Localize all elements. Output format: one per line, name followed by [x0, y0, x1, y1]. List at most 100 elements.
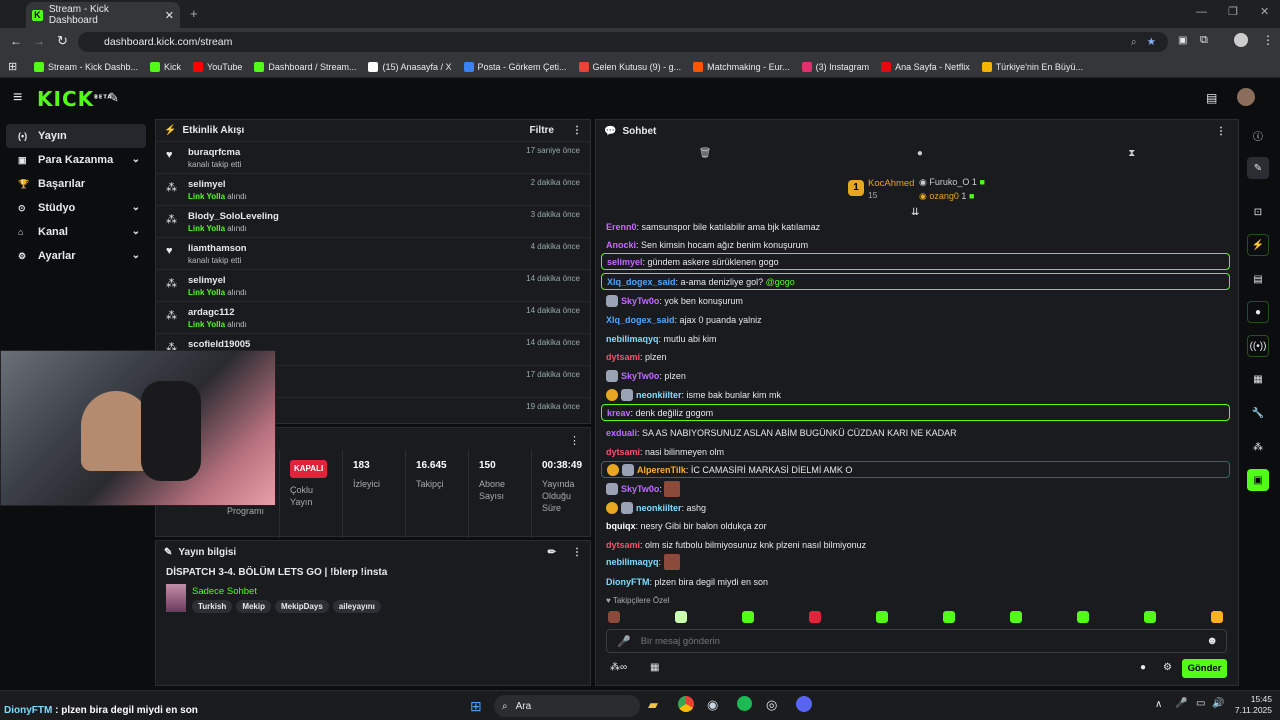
store-icon[interactable]: ▦	[650, 662, 659, 673]
pencil-icon[interactable]: ✎	[1247, 157, 1269, 179]
bookmark-item[interactable]: Kick	[150, 61, 181, 72]
chat-settings-gear-icon[interactable]: ⚙	[1163, 662, 1172, 673]
mic-tray-icon[interactable]: 🎤	[1175, 698, 1187, 709]
bookmark-item[interactable]: Türkiye'nin En Büyü...	[981, 61, 1083, 72]
tag-chip[interactable]: MekipDays	[274, 600, 329, 613]
sidebar-item-0[interactable]: (•) Yayın	[6, 124, 146, 148]
tag-chip[interactable]: aileyayını	[332, 600, 381, 613]
stream-info-menu-icon[interactable]: ⋮	[572, 547, 582, 558]
bookmark-item[interactable]: Stream - Kick Dashb...	[34, 61, 138, 72]
bookmark-star-icon[interactable]: ★	[1147, 36, 1156, 48]
hourglass-icon[interactable]: ⧗	[1128, 148, 1135, 159]
back-icon[interactable]: ←	[10, 34, 22, 48]
sidebar-item-5[interactable]: ⚙ Ayarlar ⌄	[6, 244, 146, 268]
close-tab-icon[interactable]: ✕	[165, 9, 174, 22]
info-icon[interactable]: ⓘ	[1247, 124, 1269, 146]
activity-user[interactable]: selimyel	[188, 275, 247, 286]
stats-menu-icon[interactable]: ⋮	[569, 434, 580, 447]
browser-tab[interactable]: K Stream - Kick Dashboard ✕	[26, 2, 180, 28]
bookmark-item[interactable]: (3) Instagram	[801, 61, 869, 72]
tray-chevron-icon[interactable]: ∧	[1155, 699, 1162, 710]
extensions-puzzle-icon[interactable]: ⧉	[1200, 34, 1208, 47]
activity-menu-icon[interactable]: ⋮	[572, 125, 582, 136]
activity-user[interactable]: Blody_SoloLeveling	[188, 211, 279, 222]
apps-grid-icon[interactable]: ⊞	[8, 60, 17, 73]
chat-username[interactable]: Anocki	[606, 240, 636, 250]
sidebar-item-2[interactable]: 🏆 Başarılar	[6, 172, 146, 196]
new-tab-icon[interactable]: +	[190, 6, 198, 21]
chat-rail-icon[interactable]: ●	[1247, 301, 1269, 323]
emote-icon[interactable]	[608, 611, 620, 623]
microphone-icon[interactable]: 🎤	[617, 635, 631, 648]
file-explorer-icon[interactable]: ▰	[648, 697, 658, 713]
bookmark-item[interactable]: Gelen Kutusu (9) - g...	[578, 61, 681, 72]
steam-icon[interactable]: ◉	[707, 697, 718, 713]
taskbar-search[interactable]: ⌕ Ara	[494, 695, 640, 717]
zoom-icon[interactable]: ⌕	[1131, 36, 1137, 49]
chevron-down-icon[interactable]: ⌄	[132, 202, 140, 213]
edit-icon[interactable]: ✏	[548, 547, 556, 558]
bookmark-item[interactable]: Posta - Görkem Çeti...	[463, 61, 567, 72]
activity-user[interactable]: liamthamson	[188, 243, 247, 254]
chat-menu-icon[interactable]: ⋮	[1216, 126, 1226, 137]
chat-username[interactable]: neonkiilter	[636, 390, 682, 400]
chrome-icon[interactable]	[678, 696, 694, 712]
activity-user[interactable]: scofield19005	[188, 339, 250, 350]
network-icon[interactable]: ▭	[1196, 698, 1205, 709]
chat-username[interactable]: Erenn0	[606, 222, 637, 232]
discord-icon[interactable]	[796, 696, 812, 712]
activity-user[interactable]: ardagc112	[188, 307, 247, 318]
bookmark-item[interactable]: YouTube	[193, 61, 242, 72]
chat-username[interactable]: SkyTw0o	[621, 484, 659, 494]
minimize-icon[interactable]: —	[1196, 6, 1207, 18]
emote-icon[interactable]	[742, 611, 754, 623]
emoji-icon[interactable]: ☻	[1206, 635, 1218, 647]
chat-username[interactable]: kreav	[607, 408, 631, 418]
points-rail-icon[interactable]: ⁂	[1247, 436, 1269, 458]
chat-message-input[interactable]	[640, 635, 1197, 647]
chat-username[interactable]: nebilimaqyq	[606, 557, 659, 567]
chat-username[interactable]: dytsami	[606, 540, 640, 550]
chevron-down-icon[interactable]: ⌄	[132, 226, 140, 237]
spotify-icon[interactable]	[737, 696, 752, 711]
chat-input-box[interactable]: 🎤 ☻	[606, 629, 1227, 653]
message-bubble-icon[interactable]: ●	[917, 148, 923, 159]
emote-icon[interactable]	[1010, 611, 1022, 623]
chat-username[interactable]: selimyel	[607, 257, 643, 267]
store-rail-icon[interactable]: ▦	[1247, 368, 1269, 390]
wrench-icon[interactable]: 🔧	[1247, 402, 1269, 424]
volume-icon[interactable]: 🔊	[1212, 698, 1224, 709]
sidebar-item-3[interactable]: ⊙ Stüdyo ⌄	[6, 196, 146, 220]
reload-icon[interactable]: ↻	[57, 33, 68, 49]
trash-icon[interactable]: 🗑	[699, 148, 712, 159]
lightning-icon[interactable]: ⚡	[1247, 234, 1269, 256]
activity-user[interactable]: selimyel	[188, 179, 247, 190]
chat-username[interactable]: SkyTw0o	[621, 371, 659, 381]
sidebar-item-4[interactable]: ⌂ Kanal ⌄	[6, 220, 146, 244]
capture-icon[interactable]: ⊡	[1247, 201, 1269, 223]
user-avatar[interactable]	[1237, 88, 1255, 106]
broadcast-rail-icon[interactable]: ((•))	[1247, 335, 1269, 357]
chat-mention[interactable]: @gogo	[766, 277, 795, 287]
forward-icon[interactable]: →	[33, 34, 45, 48]
category-link[interactable]: Sadece Sohbet	[192, 586, 385, 597]
url-bar[interactable]: dashboard.kick.com/stream ⌕ ★	[78, 32, 1168, 52]
chevron-down-icon[interactable]: ⌄	[132, 154, 140, 165]
store-icon[interactable]: ▤	[1206, 91, 1217, 105]
emote-icon[interactable]	[1144, 611, 1156, 623]
profile-avatar[interactable]	[1234, 33, 1248, 47]
clipboard-icon[interactable]: ▤	[1247, 268, 1269, 290]
emote-icon[interactable]	[876, 611, 888, 623]
app-icon[interactable]: ◎	[766, 697, 777, 713]
activity-user[interactable]: buraqrfcma	[188, 147, 241, 158]
bot-rail-icon[interactable]: ▣	[1247, 469, 1269, 491]
chat-username[interactable]: DionyFTM	[606, 577, 650, 587]
emote-icon[interactable]	[943, 611, 955, 623]
tag-chip[interactable]: Turkish	[192, 600, 233, 613]
filter-button[interactable]: Filtre	[530, 125, 554, 136]
menu-kebab-icon[interactable]: ⋮	[1262, 33, 1274, 47]
emote-icon[interactable]	[675, 611, 687, 623]
chat-username[interactable]: bquiqx	[606, 521, 636, 531]
chat-username[interactable]: SkyTw0o	[621, 296, 659, 306]
scroll-down-icon[interactable]: ⇊	[911, 207, 919, 218]
